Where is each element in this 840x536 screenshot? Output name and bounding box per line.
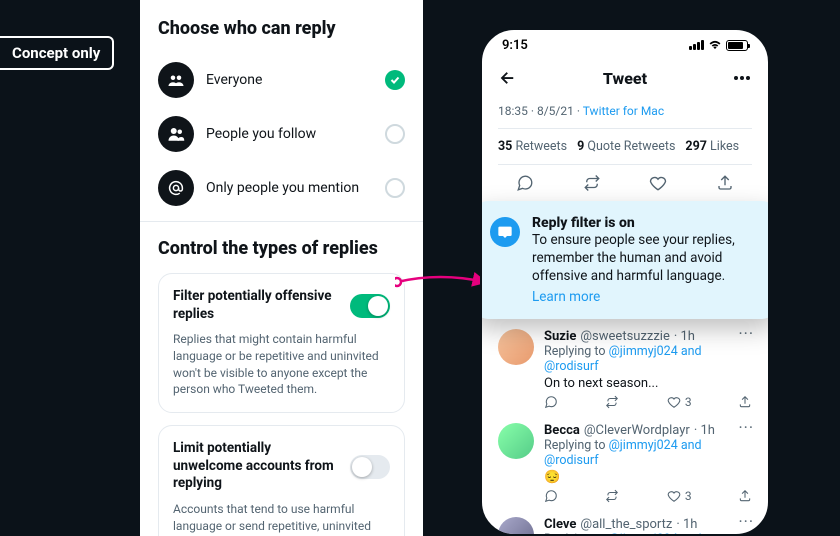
- reply-header: Choose who can reply: [158, 18, 405, 39]
- reply-item[interactable]: Becca @CleverWordplayr · 1h Replying to …: [482, 413, 768, 507]
- option-label: People you follow: [206, 126, 373, 142]
- radio-unchecked[interactable]: [385, 124, 405, 144]
- battery-icon: [726, 40, 748, 51]
- control-header: Control the types of replies: [158, 238, 405, 259]
- status-time: 9:15: [502, 38, 528, 53]
- globe-people-icon: [158, 62, 194, 98]
- reply-icon[interactable]: [544, 489, 558, 503]
- limit-accounts-toggle[interactable]: [350, 455, 390, 479]
- replying-to: Replying to @jimmyj024 and @rodisurf: [544, 532, 752, 536]
- callout-body: To ensure people see your replies, remem…: [532, 231, 760, 286]
- reply-name: Cleve: [544, 517, 576, 532]
- option-label: Only people you mention: [206, 180, 373, 196]
- retweet-icon[interactable]: [604, 489, 620, 503]
- reply-name: Suzie: [544, 329, 576, 344]
- reply-text: On to next season...: [544, 376, 752, 391]
- replying-to: Replying to @jimmyj024 and @rodisurf: [544, 344, 752, 374]
- tweet-meta: 18:35 · 8/5/21 · Twitter for Mac: [482, 96, 768, 128]
- people-icon: [158, 116, 194, 152]
- reply-filter-callout: Reply filter is on To ensure people see …: [480, 201, 770, 319]
- concept-badge: Concept only: [0, 36, 114, 70]
- reply-settings-panel: Choose who can reply Everyone People you…: [140, 0, 423, 536]
- source-link[interactable]: Twitter for Mac: [583, 104, 664, 118]
- reply-item[interactable]: Suzie @sweetsuzzzie · 1h Replying to @ji…: [482, 319, 768, 413]
- reply-option-mentions[interactable]: Only people you mention: [158, 161, 405, 215]
- share-icon[interactable]: [738, 395, 752, 409]
- reply-more-button[interactable]: ···: [738, 329, 754, 339]
- retweet-icon[interactable]: [582, 173, 602, 193]
- like-icon[interactable]: 3: [667, 489, 692, 503]
- phone-header: Tweet: [482, 60, 768, 96]
- reply-more-button[interactable]: ···: [738, 423, 754, 433]
- share-icon[interactable]: [715, 173, 735, 193]
- page-title: Tweet: [603, 69, 647, 88]
- reply-icon[interactable]: [544, 395, 558, 409]
- reply-time: · 1h: [694, 423, 715, 438]
- card-title: Filter potentially offensive replies: [173, 288, 340, 323]
- reply-icon[interactable]: [515, 173, 535, 193]
- replying-to: Replying to @jimmyj024 and @rodisurf: [544, 438, 752, 468]
- phone-mockup: 9:15 Tweet 18:35 · 8/5/21 · Twitter for …: [480, 28, 770, 536]
- learn-more-link[interactable]: Learn more: [532, 289, 600, 305]
- reply-time: · 1h: [674, 329, 695, 344]
- card-title: Limit potentially unwelcome accounts fro…: [173, 440, 340, 493]
- avatar[interactable]: [498, 329, 534, 365]
- like-icon[interactable]: 3: [667, 395, 692, 409]
- wifi-icon: [708, 40, 722, 50]
- status-bar: 9:15: [482, 30, 768, 60]
- reply-name: Becca: [544, 423, 580, 438]
- reply-handle: @all_the_sportz: [580, 517, 672, 532]
- tweet-action-row: [482, 165, 768, 201]
- filter-offensive-toggle[interactable]: [350, 294, 390, 318]
- option-label: Everyone: [206, 72, 373, 88]
- back-button[interactable]: [498, 68, 518, 88]
- reply-option-followers[interactable]: People you follow: [158, 107, 405, 161]
- reply-text: 😔: [544, 470, 752, 485]
- avatar[interactable]: [498, 517, 534, 536]
- avatar[interactable]: [498, 423, 534, 459]
- radio-unchecked[interactable]: [385, 178, 405, 198]
- filter-offensive-card: Filter potentially offensive replies Rep…: [158, 273, 405, 413]
- reply-handle: @sweetsuzzzie: [580, 329, 669, 344]
- reply-item[interactable]: Cleve @all_the_sportz · 1h Replying to @…: [482, 507, 768, 536]
- filter-info-icon: [490, 217, 520, 247]
- limit-accounts-card: Limit potentially unwelcome accounts fro…: [158, 425, 405, 536]
- like-icon[interactable]: [648, 173, 668, 193]
- share-icon[interactable]: [738, 489, 752, 503]
- divider: [140, 221, 423, 222]
- more-button[interactable]: [732, 68, 752, 88]
- callout-title: Reply filter is on: [532, 215, 760, 231]
- at-icon: [158, 170, 194, 206]
- card-description: Replies that might contain harmful langu…: [173, 331, 390, 398]
- tweet-stats: 35 Retweets 9 Quote Retweets 297 Likes: [482, 129, 768, 164]
- retweet-icon[interactable]: [604, 395, 620, 409]
- radio-checked-icon[interactable]: [385, 70, 405, 90]
- signal-icon: [689, 40, 704, 50]
- reply-more-button[interactable]: ···: [738, 517, 754, 527]
- reply-option-everyone[interactable]: Everyone: [158, 53, 405, 107]
- card-description: Accounts that tend to use harmful langua…: [173, 501, 390, 536]
- reply-handle: @CleverWordplayr: [584, 423, 690, 438]
- reply-time: · 1h: [676, 517, 697, 532]
